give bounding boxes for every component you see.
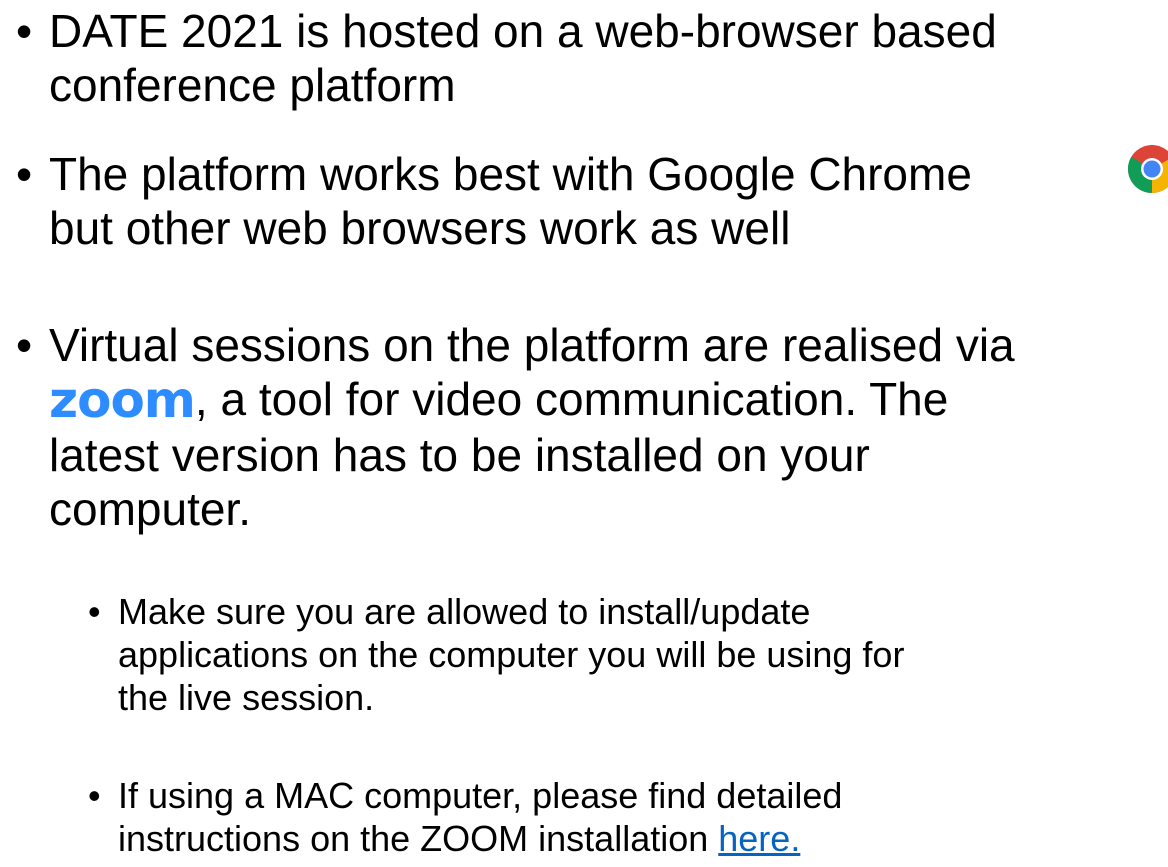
- sub-bullet-2-line-2: instructions on the ZOOM installation he…: [118, 817, 842, 860]
- bullet-2-text: The platform works best with Google Chro…: [49, 147, 1168, 255]
- bullet-3-line-2-rest: , a tool for video communication. The: [194, 373, 949, 425]
- bullet-3-line-4: computer.: [49, 483, 251, 535]
- bullet-dot: •: [88, 591, 101, 632]
- bullet-dot: •: [16, 148, 33, 200]
- bullet-dot: •: [16, 319, 33, 371]
- bullet-3-line-1: Virtual sessions on the platform are rea…: [49, 319, 1015, 371]
- zoom-logo: zoom: [49, 371, 196, 429]
- sub-bullet-1-line-2: applications on the computer you will be…: [118, 634, 905, 675]
- sub-bullet-1-text: Make sure you are allowed to install/upd…: [118, 590, 904, 719]
- sub-bullet-2-line-1: If using a MAC computer, please find det…: [118, 775, 843, 816]
- bullet-3-line-3: latest version has to be installed on yo…: [49, 429, 870, 481]
- bullet-1-line-1: DATE 2021 is hosted on a web-browser bas…: [49, 5, 997, 57]
- bullet-1-text: DATE 2021 is hosted on a web-browser bas…: [49, 4, 1168, 112]
- bullet-dot: •: [16, 5, 33, 57]
- bullet-2-line-1: The platform works best with Google Chro…: [49, 148, 972, 200]
- bullet-2-line-2: but other web browsers work as well: [49, 202, 791, 254]
- bullet-dot: •: [88, 775, 101, 816]
- sub-bullet-2-text: If using a MAC computer, please find det…: [118, 774, 842, 860]
- zoom-install-link[interactable]: here.: [718, 818, 800, 859]
- bullet-3-text: Virtual sessions on the platform are rea…: [49, 318, 1168, 536]
- sub-bullet-2-line-2-text: instructions on the ZOOM installation: [118, 818, 719, 859]
- sub-bullet-1-line-1: Make sure you are allowed to install/upd…: [118, 591, 811, 632]
- chrome-icon: [1127, 145, 1168, 194]
- bullet-1-line-2: conference platform: [49, 59, 456, 111]
- bullet-3-line-2: zoom, a tool for video communication. Th…: [49, 372, 1168, 428]
- sub-bullet-1-line-3: the live session.: [118, 677, 375, 718]
- slide: • DATE 2021 is hosted on a web-browser b…: [0, 0, 1168, 867]
